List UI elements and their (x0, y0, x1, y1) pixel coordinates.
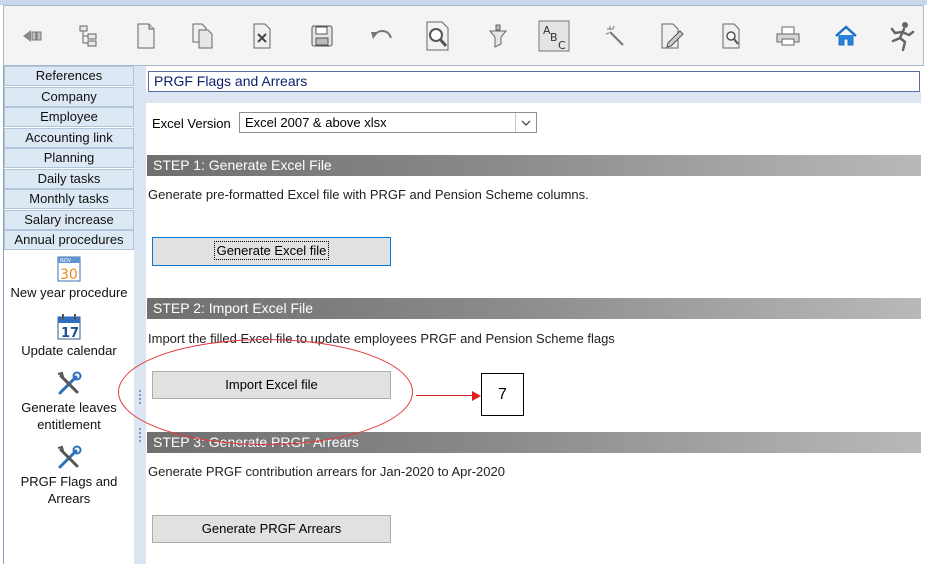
spelling-abc-icon[interactable]: ABC (538, 18, 570, 54)
search-document-icon[interactable] (422, 18, 454, 54)
tool-prgf-flags-and-arrears[interactable]: PRGF Flags and Arrears (4, 445, 134, 507)
svg-text:30: 30 (60, 267, 78, 282)
chevron-down-icon[interactable] (515, 113, 536, 132)
nav-item-annual-procedures[interactable]: Annual procedures (4, 230, 134, 250)
excel-version-label: Excel Version (152, 116, 231, 131)
svg-text:C: C (558, 39, 566, 52)
splitter-grip (139, 436, 141, 438)
title-band (146, 92, 927, 103)
tool-update-calendar-label: Update calendar (21, 343, 117, 358)
left-navigation-panel: References Company Employee Accounting l… (3, 66, 134, 564)
nav-item-monthly-tasks[interactable]: Monthly tasks (4, 189, 134, 209)
undo-icon[interactable] (366, 18, 398, 54)
excel-version-value: Excel 2007 & above xlsx (245, 115, 387, 130)
magic-wand-icon[interactable] (600, 18, 632, 54)
print-icon[interactable] (772, 18, 804, 54)
copy-document-icon[interactable] (187, 18, 219, 54)
nav-item-planning[interactable]: Planning (4, 148, 134, 168)
svg-text:B: B (550, 31, 558, 44)
annotation-ellipse (118, 339, 413, 445)
excel-version-select[interactable]: Excel 2007 & above xlsx (239, 112, 537, 133)
annotation-arrow-line (416, 395, 474, 396)
nav-item-accounting-link[interactable]: Accounting link (4, 128, 134, 148)
home-icon[interactable] (830, 18, 862, 54)
filter-icon[interactable] (482, 18, 514, 54)
tree-icon[interactable] (73, 18, 105, 54)
panel-splitter[interactable] (134, 66, 146, 564)
delete-document-icon[interactable] (246, 18, 278, 54)
calendar-30-icon: NOV 30 (57, 256, 81, 282)
save-icon[interactable] (306, 18, 338, 54)
tool-new-year-procedure[interactable]: NOV 30 New year procedure (4, 256, 134, 301)
annotation-arrow-head (472, 391, 481, 401)
nav-item-references[interactable]: References (4, 66, 134, 86)
calendar-17-icon: 17 (57, 314, 81, 340)
toolbar: ABC (3, 5, 924, 66)
preview-document-icon[interactable] (716, 18, 748, 54)
edit-document-icon[interactable] (656, 18, 688, 54)
step-3-description: Generate PRGF contribution arrears for J… (148, 464, 505, 479)
tool-generate-leaves-entitlement-label: Generate leaves entitlement (21, 400, 117, 432)
svg-text:NOV: NOV (60, 258, 72, 264)
splitter-grip (139, 440, 141, 442)
generate-excel-file-label: Generate Excel file (213, 241, 330, 260)
new-document-icon[interactable] (130, 18, 162, 54)
back-icon[interactable] (18, 18, 50, 54)
generate-excel-file-button[interactable]: Generate Excel file (152, 237, 391, 266)
tools-icon (57, 371, 82, 395)
tools-icon (57, 445, 82, 469)
right-border (921, 66, 927, 564)
step-1-header: STEP 1: Generate Excel File (147, 155, 922, 176)
exit-runner-icon[interactable] (886, 18, 918, 54)
tool-new-year-procedure-label: New year procedure (10, 285, 128, 300)
generate-prgf-arrears-button[interactable]: Generate PRGF Arrears (152, 515, 391, 543)
step-2-header: STEP 2: Import Excel File (147, 298, 922, 319)
tool-update-calendar[interactable]: 17 Update calendar (4, 314, 134, 359)
splitter-grip (139, 432, 141, 434)
annotation-callout: 7 (481, 373, 524, 416)
nav-item-employee[interactable]: Employee (4, 107, 134, 127)
page-title: PRGF Flags and Arrears (148, 71, 920, 92)
svg-text:17: 17 (61, 326, 79, 340)
splitter-grip (139, 428, 141, 430)
tool-generate-leaves-entitlement[interactable]: Generate leaves entitlement (4, 371, 134, 433)
nav-item-company[interactable]: Company (4, 87, 134, 107)
step-1-description: Generate pre-formatted Excel file with P… (148, 187, 589, 202)
nav-item-salary-increase[interactable]: Salary increase (4, 210, 134, 230)
nav-item-daily-tasks[interactable]: Daily tasks (4, 169, 134, 189)
tool-prgf-flags-and-arrears-label: PRGF Flags and Arrears (20, 474, 118, 506)
